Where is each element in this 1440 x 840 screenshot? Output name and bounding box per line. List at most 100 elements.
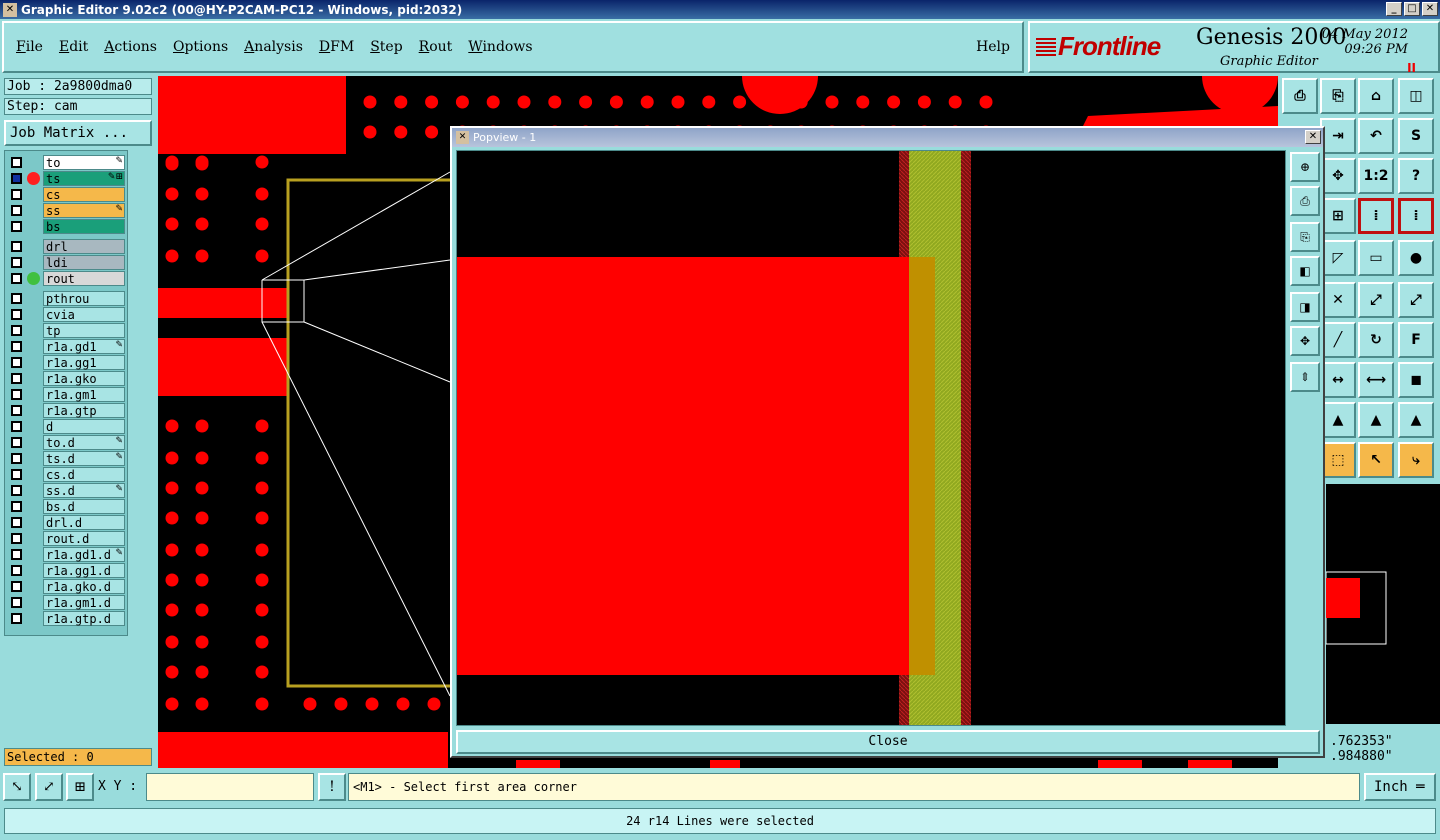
layer-checkbox[interactable] [11, 517, 22, 528]
layer-row[interactable]: ts.d ✎ [7, 451, 127, 466]
menu-help[interactable]: Help [976, 39, 1010, 55]
split-icon[interactable]: ↔ [1320, 362, 1356, 398]
zoom-area-icon[interactable]: ⤡ [3, 773, 31, 801]
menu-dfm[interactable]: DFM [319, 39, 354, 55]
layer-row[interactable]: r1a.gd1 ✎ [7, 339, 127, 354]
layer-row[interactable]: ss.d ✎ [7, 483, 127, 498]
layer-name[interactable]: r1a.gtp [43, 403, 125, 418]
menu-edit[interactable]: Edit [59, 39, 88, 55]
layer-row[interactable]: r1a.gg1.d [7, 563, 127, 578]
layer-checkbox[interactable] [11, 581, 22, 592]
zoom-ratio-icon[interactable]: 1:2 [1358, 158, 1394, 194]
layer-name[interactable]: ss.d [43, 483, 125, 498]
menu-step[interactable]: Step [370, 39, 402, 55]
layer-row[interactable]: r1a.gm1.d [7, 595, 127, 610]
add-line-icon[interactable]: ⤢ [1358, 282, 1394, 318]
layer-row[interactable]: ss ✎ [7, 203, 127, 218]
polygon-icon[interactable]: ▲ [1320, 402, 1356, 438]
layer-row[interactable]: cs.d [7, 467, 127, 482]
layer-row[interactable]: r1a.gko.d [7, 579, 127, 594]
cross-icon[interactable]: ✕ [1320, 282, 1356, 318]
layer-checkbox[interactable] [11, 549, 22, 560]
layer-checkbox[interactable] [11, 293, 22, 304]
xy-input[interactable] [146, 773, 314, 801]
layer-checkbox[interactable] [11, 357, 22, 368]
layer-name[interactable]: rout [43, 271, 125, 286]
layer-name[interactable]: rout.d [43, 531, 125, 546]
layer-row[interactable]: cs [7, 187, 127, 202]
layer-row[interactable]: r1a.gko [7, 371, 127, 386]
layer-row[interactable]: bs [7, 219, 127, 234]
add-line-alt-icon[interactable]: ⤢ [1398, 282, 1434, 318]
layer-checkbox[interactable] [11, 469, 22, 480]
popview-close-button[interactable]: Close [456, 730, 1320, 754]
snap-icon[interactable]: ⁞ [1358, 198, 1394, 234]
layer-checkbox[interactable] [11, 389, 22, 400]
layer-checkbox[interactable] [11, 373, 22, 384]
draw-line-icon[interactable]: ╱ [1320, 322, 1356, 358]
layer-name[interactable]: r1a.gg1 [43, 355, 125, 370]
layer-row[interactable]: d [7, 419, 127, 434]
layer-checkbox[interactable] [11, 205, 22, 216]
dimension-icon[interactable]: ⟷ [1358, 362, 1394, 398]
pointer-icon[interactable]: ↖ [1358, 442, 1394, 478]
layer-name[interactable]: r1a.gd1.d [43, 547, 125, 562]
layer-name[interactable]: cvia [43, 307, 125, 322]
layer-row[interactable]: r1a.gg1 [7, 355, 127, 370]
popview-canvas[interactable] [456, 150, 1286, 726]
arc-icon[interactable]: ↻ [1358, 322, 1394, 358]
snap-grid-icon[interactable]: ⊞ [66, 773, 94, 801]
polygon-cut-icon[interactable]: ▲ [1398, 402, 1434, 438]
redraw-icon[interactable]: S [1398, 118, 1434, 154]
route-icon[interactable]: ⤷ [1398, 442, 1434, 478]
layer-checkbox[interactable] [11, 257, 22, 268]
layer-name[interactable]: pthrou [43, 291, 125, 306]
shapes-icon[interactable]: ◼ [1398, 362, 1434, 398]
layer-row[interactable]: drl.d [7, 515, 127, 530]
menu-file[interactable]: File [16, 39, 43, 55]
snap-active-icon[interactable]: ⁞ [1398, 198, 1434, 234]
home-icon[interactable]: ⌂ [1358, 78, 1394, 114]
layer-name[interactable]: r1a.gko [43, 371, 125, 386]
select-box-icon[interactable]: ⬚ [1320, 442, 1356, 478]
layer-name[interactable]: ss [43, 203, 125, 218]
layer-checkbox[interactable] [11, 241, 22, 252]
layer-checkbox[interactable] [11, 597, 22, 608]
menu-windows[interactable]: Windows [468, 39, 532, 55]
open-job-icon[interactable]: ⎙ [1282, 78, 1318, 114]
pv-scroll-left-icon[interactable]: ◧ [1290, 256, 1320, 286]
layer-row[interactable]: pthrou [7, 291, 127, 306]
layer-checkbox[interactable] [11, 341, 22, 352]
save-icon[interactable]: ⎘ [1320, 78, 1356, 114]
layer-checkbox[interactable] [11, 533, 22, 544]
layer-checkbox[interactable] [11, 173, 22, 184]
grid-icon[interactable]: ⊞ [1320, 198, 1356, 234]
menu-actions[interactable]: Actions [104, 39, 157, 55]
layer-checkbox[interactable] [11, 613, 22, 624]
layer-checkbox[interactable] [11, 273, 22, 284]
layer-checkbox[interactable] [11, 309, 22, 320]
layer-row[interactable]: cvia [7, 307, 127, 322]
layer-name[interactable]: r1a.gg1.d [43, 563, 125, 578]
polygon-fill-icon[interactable]: ▲ [1358, 402, 1394, 438]
text-icon[interactable]: F [1398, 322, 1434, 358]
menu-analysis[interactable]: Analysis [244, 39, 303, 55]
ruler-icon[interactable]: ▭ [1358, 240, 1394, 276]
minimap[interactable] [1325, 484, 1440, 724]
layer-row[interactable]: ts ✎⊞ [7, 171, 127, 186]
layer-checkbox[interactable] [11, 485, 22, 496]
layer-name[interactable]: r1a.gtp.d [43, 611, 125, 626]
measure-icon[interactable]: ⤢ [35, 773, 63, 801]
menu-options[interactable]: Options [173, 39, 228, 55]
layer-name[interactable]: r1a.gd1 [43, 339, 125, 354]
layer-checkbox[interactable] [11, 437, 22, 448]
popview-close-icon[interactable]: ✕ [1305, 130, 1321, 144]
layer-row[interactable]: r1a.gtp [7, 403, 127, 418]
layer-name[interactable]: drl.d [43, 515, 125, 530]
window-titlebar[interactable]: ✕ Graphic Editor 9.02c2 (00@HY-P2CAM-PC1… [0, 0, 1440, 19]
layer-name[interactable]: r1a.gm1 [43, 387, 125, 402]
layer-checkbox[interactable] [11, 189, 22, 200]
pad-icon[interactable]: ● [1398, 240, 1434, 276]
layer-name[interactable]: bs [43, 219, 125, 234]
layer-name[interactable]: cs.d [43, 467, 125, 482]
